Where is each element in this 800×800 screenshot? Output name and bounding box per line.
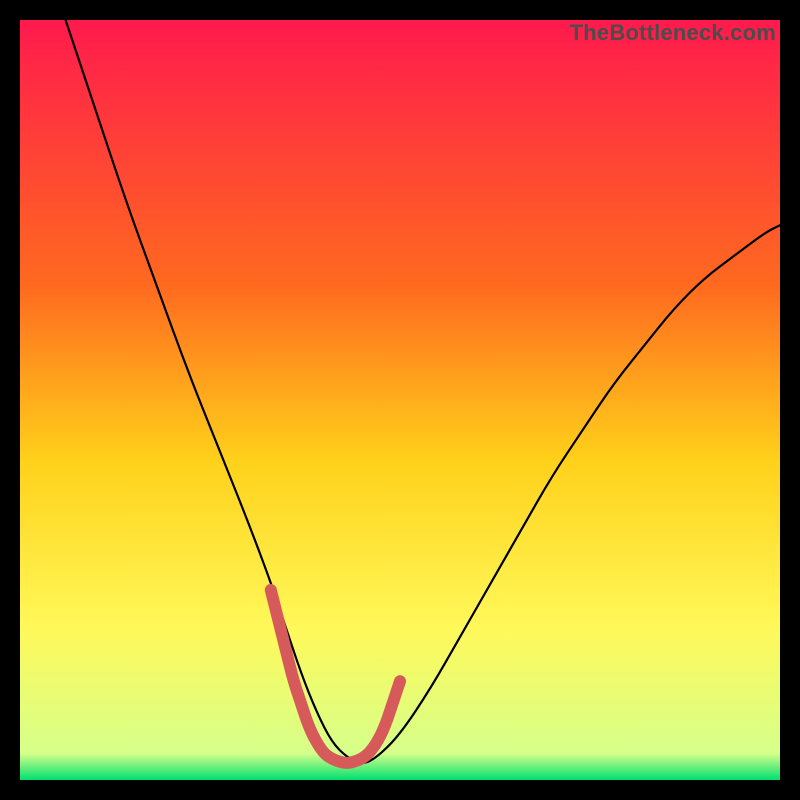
gradient-background (20, 20, 780, 780)
chart-frame: TheBottleneck.com (20, 20, 780, 780)
watermark-label: TheBottleneck.com (570, 20, 776, 46)
chart-svg (20, 20, 780, 780)
